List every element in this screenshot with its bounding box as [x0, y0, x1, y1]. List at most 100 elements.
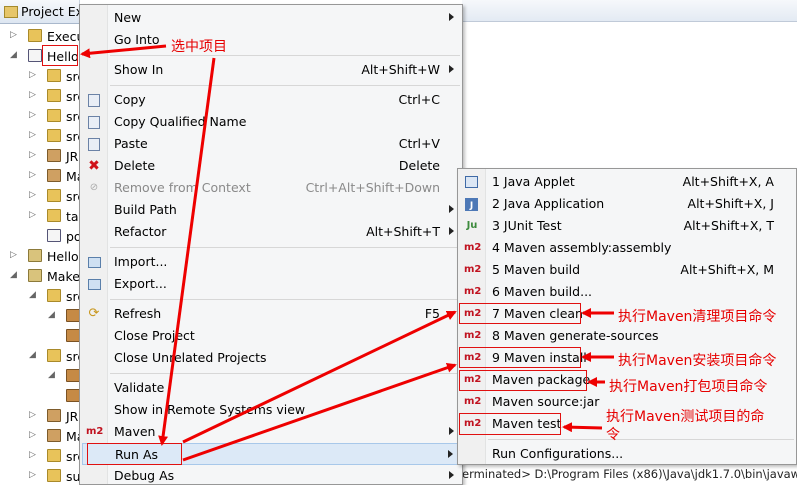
tree-item-label: src [66, 69, 79, 84]
menu-item-refactor[interactable]: Refactor Alt+Shift+T [82, 221, 460, 243]
menu-item-shortcut: Alt+Shift+X, A [682, 174, 774, 189]
menu-item-run-configurations[interactable]: Run Configurations... [460, 443, 794, 465]
tree-item[interactable]: ▷ Ma [0, 426, 79, 446]
tree-item[interactable]: ◢ Make [0, 266, 79, 286]
maven-project-icon [28, 49, 42, 62]
collapsed-arrow-icon[interactable]: ▷ [10, 30, 17, 40]
tree-item[interactable] [0, 386, 79, 406]
package-icon [66, 329, 79, 342]
tree-item[interactable]: ◢ [0, 306, 79, 326]
menu-item-import[interactable]: Import... [82, 251, 460, 273]
expanded-arrow-icon[interactable]: ◢ [29, 350, 36, 360]
menu-item-5-maven-build[interactable]: m2 5 Maven build Alt+Shift+X, M [460, 259, 794, 281]
tree-item-label: Execu [47, 29, 79, 44]
tree-item[interactable] [0, 326, 79, 346]
tree-item[interactable]: ▷ src [0, 66, 79, 86]
tree-item-label: src [66, 109, 79, 124]
project-explorer-tab[interactable]: Project Ex [0, 0, 79, 24]
menu-item-4-maven-assembly-assembly[interactable]: m2 4 Maven assembly:assembly [460, 237, 794, 259]
menu-item-export[interactable]: Export... [82, 273, 460, 295]
menu-item-label: Validate [114, 380, 165, 395]
tree-item[interactable]: ◢ [0, 366, 79, 386]
tree-item[interactable]: ▷ src [0, 446, 79, 466]
tree-item-label: src [66, 89, 79, 104]
collapsed-arrow-icon[interactable]: ▷ [29, 410, 36, 420]
m2-icon: m2 [464, 396, 482, 407]
menu-item-copy[interactable]: Copy Ctrl+C [82, 89, 460, 111]
menu-item-delete[interactable]: ✖ Delete Delete [82, 155, 460, 177]
menu-item-6-maven-build[interactable]: m2 6 Maven build... [460, 281, 794, 303]
collapsed-arrow-icon[interactable]: ▷ [29, 170, 36, 180]
collapsed-arrow-icon[interactable]: ▷ [29, 130, 36, 140]
expanded-arrow-icon[interactable]: ◢ [10, 270, 17, 280]
menu-item-refresh[interactable]: ⟳ Refresh F5 [82, 303, 460, 325]
expanded-arrow-icon[interactable]: ◢ [29, 290, 36, 300]
tree-item[interactable]: ▷ su [0, 466, 79, 485]
tree-item[interactable]: ▷ src [0, 186, 79, 206]
folder-icon [47, 209, 61, 222]
tree-item[interactable]: ▷ src [0, 106, 79, 126]
menu-item-3-junit-test[interactable]: Ju 3 JUnit Test Alt+Shift+X, T [460, 215, 794, 237]
project-explorer-icon [4, 6, 18, 18]
maven-clean-highlight-box [459, 303, 581, 324]
menu-item-show-in-remote-systems-view[interactable]: Show in Remote Systems view [82, 399, 460, 421]
expanded-arrow-icon[interactable]: ◢ [48, 370, 55, 380]
tree-item[interactable]: ▷ src [0, 126, 79, 146]
collapsed-arrow-icon[interactable]: ▷ [29, 70, 36, 80]
menu-item-show-in[interactable]: Show In Alt+Shift+W [82, 59, 460, 81]
menu-item-label: 1 Java Applet [492, 174, 575, 189]
submenu-arrow-icon [449, 227, 454, 235]
menu-item-go-into[interactable]: Go Into [82, 29, 460, 51]
collapsed-arrow-icon[interactable]: ▷ [29, 110, 36, 120]
collapsed-arrow-icon[interactable]: ▷ [29, 450, 36, 460]
menu-item-8-maven-generate-sources[interactable]: m2 8 Maven generate-sources [460, 325, 794, 347]
tree-item[interactable]: ▷ HelloF [0, 246, 79, 266]
menu-separator [110, 85, 460, 86]
tree-item[interactable]: ◢ src [0, 286, 79, 306]
menu-item-remove-from-context: ⊘ Remove from Context Ctrl+Alt+Shift+Down [82, 177, 460, 199]
submenu-arrow-icon [448, 450, 453, 458]
tree-item[interactable]: ▷ Execu [0, 26, 79, 46]
collapsed-arrow-icon[interactable]: ▷ [10, 250, 17, 260]
collapsed-arrow-icon[interactable]: ▷ [29, 90, 36, 100]
menu-item-paste[interactable]: Paste Ctrl+V [82, 133, 460, 155]
expanded-arrow-icon[interactable]: ◢ [48, 310, 55, 320]
menu-item-validate[interactable]: Validate [82, 377, 460, 399]
menu-item-label: Delete [114, 158, 156, 173]
submenu-arrow-icon [449, 205, 454, 213]
tree-item-label: Ma [66, 429, 79, 444]
collapsed-arrow-icon[interactable]: ▷ [29, 190, 36, 200]
expanded-arrow-icon[interactable]: ◢ [10, 50, 17, 60]
tree-item[interactable]: ▷ src [0, 86, 79, 106]
menu-item-label: 5 Maven build [492, 262, 581, 277]
package-folder-icon [47, 109, 61, 122]
package-icon [66, 309, 79, 322]
menu-item-build-path[interactable]: Build Path [82, 199, 460, 221]
menu-item-new[interactable]: New [82, 7, 460, 29]
collapsed-arrow-icon[interactable]: ▷ [29, 210, 36, 220]
collapsed-arrow-icon[interactable]: ▷ [29, 470, 36, 480]
menu-item-debug-as[interactable]: Debug As [82, 465, 460, 485]
collapsed-arrow-icon[interactable]: ▷ [29, 430, 36, 440]
submenu-arrow-icon [449, 471, 454, 479]
tree-item[interactable]: ◢ src [0, 346, 79, 366]
editor-area [462, 0, 797, 170]
menu-item-close-unrelated-projects[interactable]: Close Unrelated Projects [82, 347, 460, 369]
package-folder-icon [47, 89, 61, 102]
annotation-select-project: 选中项目 [171, 39, 227, 55]
tree-item[interactable]: ▷ Ma [0, 166, 79, 186]
menu-item-maven[interactable]: m2 Maven [82, 421, 460, 443]
menu-item-copy-qualified-name[interactable]: Copy Qualified Name [82, 111, 460, 133]
menu-item-label: 2 Java Application [492, 196, 605, 211]
tree-item[interactable]: ▷ tar [0, 206, 79, 226]
tree-item[interactable]: ▷ JR [0, 146, 79, 166]
menu-item-2-java-application[interactable]: J 2 Java Application Alt+Shift+X, J [460, 193, 794, 215]
tree-item[interactable]: po [0, 226, 79, 246]
menu-item-close-project[interactable]: Close Project [82, 325, 460, 347]
tree-item[interactable]: ▷ JR [0, 406, 79, 426]
package-folder-icon [47, 69, 61, 82]
menu-item-1-java-applet[interactable]: 1 Java Applet Alt+Shift+X, A [460, 171, 794, 193]
tree-item-label: Ma [66, 169, 79, 184]
selected-project-highlight-box [42, 45, 78, 66]
collapsed-arrow-icon[interactable]: ▷ [29, 150, 36, 160]
